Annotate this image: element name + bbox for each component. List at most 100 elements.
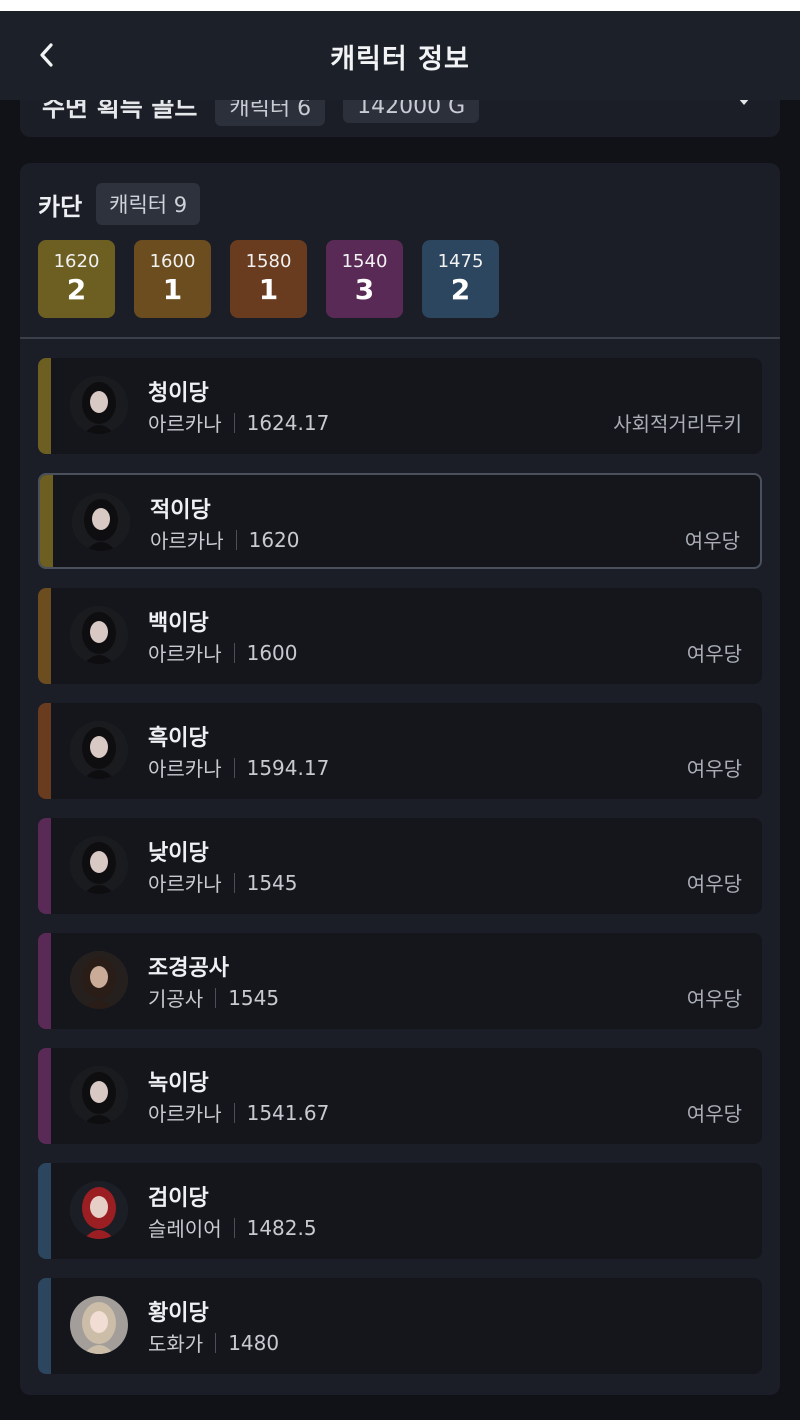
character-row[interactable]: 낮이당아르카나 1545 여우당 (38, 818, 762, 914)
character-name: 백이당 (148, 611, 209, 636)
tier-accent-bar (38, 933, 51, 1029)
character-class: 슬레이어 (148, 1217, 222, 1241)
character-class: 아르카나 (148, 412, 222, 436)
character-row[interactable]: 흑이당아르카나 1594.17 여우당 (38, 703, 762, 799)
character-avatar (70, 376, 128, 434)
tier-accent-bar (38, 588, 51, 684)
character-guild: 사회적거리두키 (613, 412, 742, 436)
character-row[interactable]: 녹이당아르카나 1541.67 여우당 (38, 1048, 762, 1144)
tier-level: 1540 (341, 251, 388, 272)
tier-level: 1475 (437, 251, 484, 272)
tier-badge-1620[interactable]: 1620 2 (38, 240, 115, 318)
meta-separator (233, 1102, 235, 1123)
character-item-level: 1600 (246, 640, 298, 665)
character-row[interactable]: 황이당도화가 1480 (38, 1278, 762, 1374)
tier-accent-bar (38, 1278, 51, 1374)
character-avatar (72, 493, 130, 551)
character-avatar (70, 1066, 128, 1124)
status-bar (0, 0, 800, 11)
character-meta: 도화가 1480 (148, 1328, 279, 1357)
character-class: 기공사 (148, 987, 204, 1011)
character-class: 도화가 (148, 1332, 204, 1356)
character-meta: 아르카나 1594.17 (148, 753, 329, 782)
tier-accent-bar (38, 818, 51, 914)
character-item-level: 1545 (228, 985, 280, 1010)
character-meta: 아르카나 1620 (150, 525, 300, 554)
character-class: 아르카나 (148, 1102, 222, 1126)
character-row[interactable]: 적이당아르카나 1620 여우당 (38, 473, 762, 569)
character-meta: 아르카나 1545 (148, 868, 298, 897)
character-row[interactable]: 검이당슬레이어 1482.5 (38, 1163, 762, 1259)
tier-accent-bar (38, 703, 51, 799)
character-class: 아르카나 (148, 872, 222, 896)
character-guild: 여우당 (686, 987, 742, 1011)
character-class: 아르카나 (150, 529, 224, 553)
meta-separator (235, 529, 237, 550)
character-item-level: 1620 (248, 527, 300, 552)
character-name: 적이당 (150, 498, 211, 523)
character-class: 아르카나 (148, 757, 222, 781)
character-item-level: 1541.67 (246, 1100, 330, 1125)
character-name: 낮이당 (148, 841, 209, 866)
meta-separator (233, 1217, 235, 1238)
tier-count: 3 (354, 273, 375, 306)
character-meta: 슬레이어 1482.5 (148, 1213, 317, 1242)
character-guild: 여우당 (686, 1102, 742, 1126)
tier-badge-1540[interactable]: 1540 3 (326, 240, 403, 318)
character-avatar (70, 1181, 128, 1239)
meta-separator (215, 1332, 217, 1353)
divider (20, 337, 780, 339)
item-level-tiers: 1620 2 1600 1 1580 1 1540 3 1475 2 (38, 240, 499, 318)
tier-accent-bar (40, 475, 53, 567)
server-card: 카단 캐릭터 9 1620 2 1600 1 1580 1 1540 3 1475 2 청이당 아르… (20, 163, 780, 1395)
character-row[interactable]: 백이당아르카나 1600 여우당 (38, 588, 762, 684)
tier-count: 2 (450, 273, 471, 306)
character-avatar (70, 721, 128, 779)
character-count-chip: 캐릭터 9 (96, 183, 201, 225)
character-name: 조경공사 (148, 956, 229, 981)
meta-separator (233, 872, 235, 893)
character-name: 검이당 (148, 1186, 209, 1211)
tier-count: 1 (162, 273, 183, 306)
character-item-level: 1482.5 (246, 1215, 317, 1240)
character-avatar (70, 1296, 128, 1354)
page-title: 캐릭터 정보 (330, 44, 470, 75)
tier-level: 1600 (149, 251, 196, 272)
server-name: 카단 (38, 192, 83, 221)
character-meta: 아르카나 1624.17 (148, 408, 329, 437)
tier-badge-1600[interactable]: 1600 1 (134, 240, 211, 318)
character-meta: 아르카나 1541.67 (148, 1098, 329, 1127)
tier-badge-1580[interactable]: 1580 1 (230, 240, 307, 318)
character-item-level: 1480 (228, 1330, 280, 1355)
tier-count: 1 (258, 273, 279, 306)
character-guild: 여우당 (686, 642, 742, 666)
app-header: 캐릭터 정보 (0, 11, 800, 100)
tier-badge-1475[interactable]: 1475 2 (422, 240, 499, 318)
tier-level: 1580 (245, 251, 292, 272)
meta-separator (215, 987, 217, 1008)
character-item-level: 1545 (246, 870, 298, 895)
character-item-level: 1624.17 (246, 410, 330, 435)
character-name: 황이당 (148, 1301, 209, 1326)
character-meta: 아르카나 1600 (148, 638, 298, 667)
character-row[interactable]: 청이당아르카나 1624.17 사회적거리두키 (38, 358, 762, 454)
character-row[interactable]: 조경공사기공사 1545 여우당 (38, 933, 762, 1029)
character-avatar (70, 606, 128, 664)
character-name: 녹이당 (148, 1071, 209, 1096)
character-class: 아르카나 (148, 642, 222, 666)
character-name: 흑이당 (148, 726, 209, 751)
tier-accent-bar (38, 1163, 51, 1259)
character-guild: 여우당 (686, 872, 742, 896)
character-item-level: 1594.17 (246, 755, 330, 780)
meta-separator (233, 412, 235, 433)
character-avatar (70, 951, 128, 1009)
character-guild: 여우당 (686, 757, 742, 781)
tier-accent-bar (38, 1048, 51, 1144)
character-name: 청이당 (148, 381, 209, 406)
meta-separator (233, 642, 235, 663)
tier-level: 1620 (53, 251, 100, 272)
character-meta: 기공사 1545 (148, 983, 279, 1012)
character-avatar (70, 836, 128, 894)
meta-separator (233, 757, 235, 778)
character-guild: 여우당 (684, 529, 740, 553)
